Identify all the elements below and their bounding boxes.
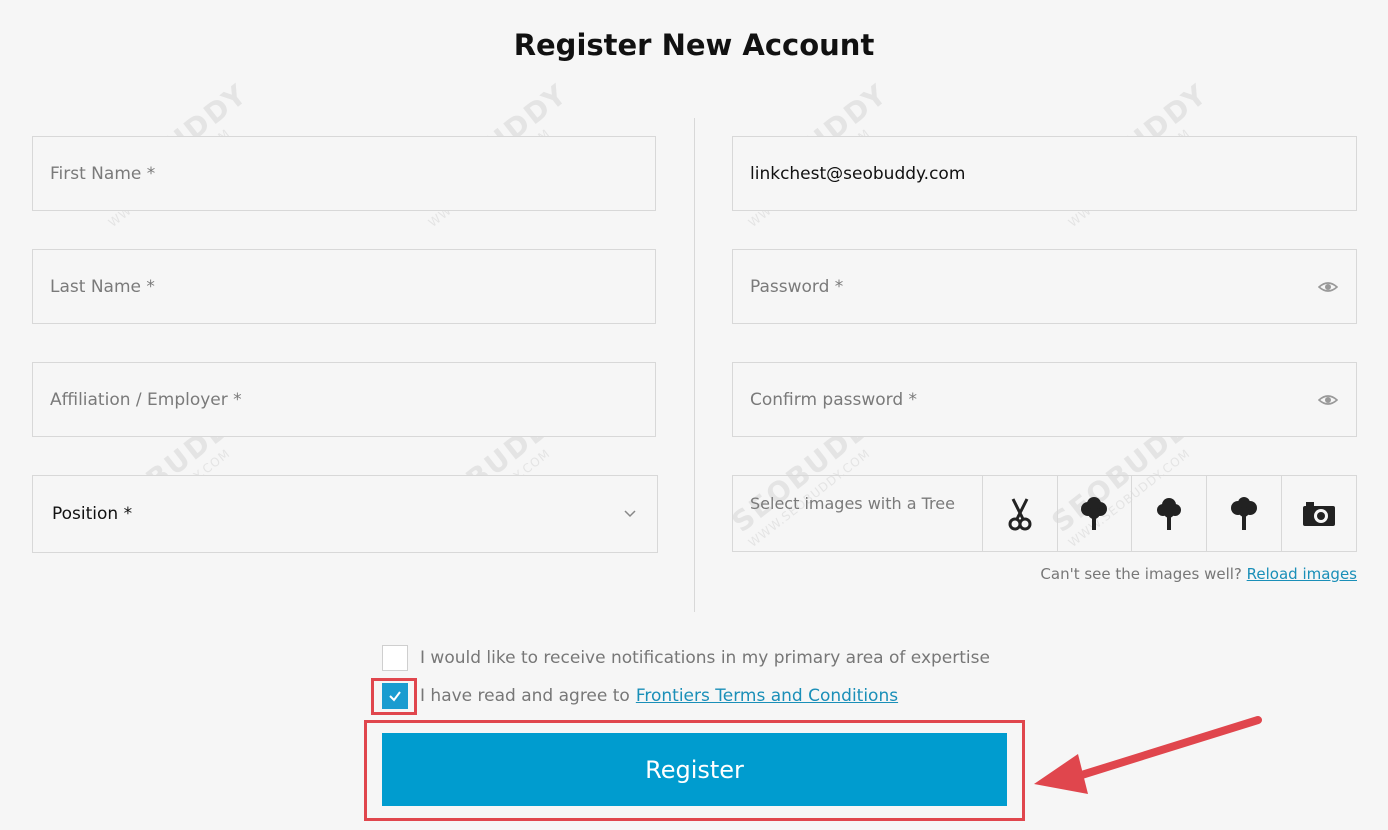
image-captcha: Select images with a Tree: [732, 475, 1357, 552]
position-label: Position *: [52, 504, 133, 524]
captcha-option-tree[interactable]: [1206, 476, 1281, 551]
last-name-input[interactable]: Last Name *: [32, 249, 656, 324]
captcha-option-scissors[interactable]: [981, 476, 1057, 551]
reload-images-link[interactable]: Reload images: [1247, 565, 1357, 583]
terms-link[interactable]: Frontiers Terms and Conditions: [636, 686, 898, 706]
affiliation-input[interactable]: Affiliation / Employer *: [32, 362, 656, 437]
password-placeholder: Password *: [750, 276, 844, 297]
confirm-password-placeholder: Confirm password *: [750, 389, 918, 410]
position-select[interactable]: Position *: [32, 475, 658, 553]
page-title: Register New Account: [513, 28, 875, 62]
tree-icon: [1081, 496, 1108, 530]
affiliation-placeholder: Affiliation / Employer *: [50, 389, 242, 410]
captcha-option-tree[interactable]: [1056, 476, 1132, 551]
captcha-help: Can't see the images well? Reload images: [1040, 565, 1357, 583]
password-field[interactable]: Password *: [732, 249, 1357, 324]
first-name-placeholder: First Name *: [50, 163, 156, 184]
notifications-label: I would like to receive notifications in…: [420, 648, 990, 668]
captcha-help-text: Can't see the images well?: [1040, 565, 1242, 583]
scissors-icon: [1008, 497, 1032, 530]
notifications-option: I would like to receive notifications in…: [382, 645, 990, 671]
chevron-down-icon: [624, 510, 636, 518]
last-name-placeholder: Last Name *: [50, 276, 155, 297]
eye-icon[interactable]: [1318, 278, 1338, 296]
arrow-annotation-icon: [1034, 716, 1262, 794]
email-value: linkchest@seobuddy.com: [750, 163, 966, 184]
first-name-input[interactable]: First Name *: [32, 136, 656, 211]
notifications-checkbox[interactable]: [382, 645, 408, 671]
column-divider: [694, 118, 695, 612]
eye-icon[interactable]: [1318, 391, 1338, 409]
captcha-option-camera[interactable]: [1281, 476, 1356, 551]
tree-icon: [1157, 497, 1182, 530]
terms-option: I have read and agree to Frontiers Terms…: [382, 683, 898, 709]
register-button-highlight: [364, 720, 1025, 821]
tree-icon: [1231, 496, 1258, 530]
terms-checkbox-highlight: [371, 678, 417, 715]
terms-prefix: I have read and agree to: [420, 686, 630, 706]
captcha-label: Select images with a Tree: [750, 494, 955, 513]
email-field[interactable]: linkchest@seobuddy.com: [732, 136, 1357, 211]
confirm-password-field[interactable]: Confirm password *: [732, 362, 1357, 437]
camera-icon: [1303, 501, 1336, 526]
captcha-option-tree[interactable]: [1131, 476, 1206, 551]
